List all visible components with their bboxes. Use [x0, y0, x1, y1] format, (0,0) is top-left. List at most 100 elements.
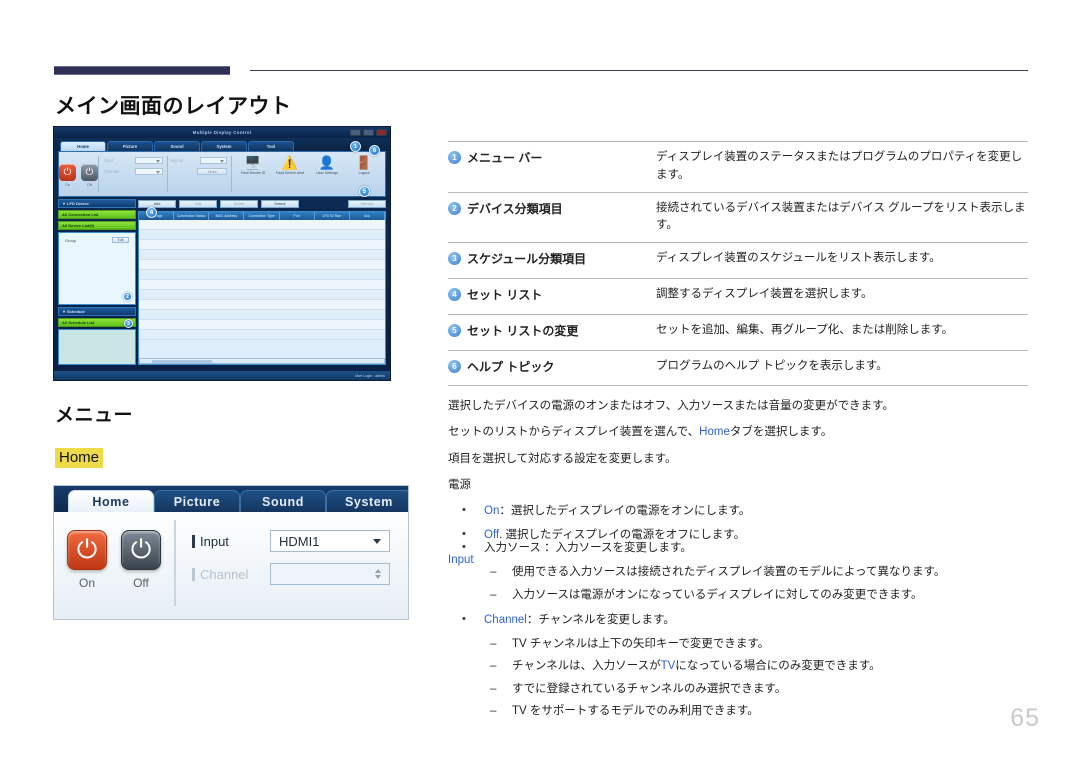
mdc-edit-button[interactable]: Edit: [179, 200, 217, 208]
mdc-sidebar: ▾ LFD Device All Connection List All Dev…: [58, 199, 136, 365]
table-row[interactable]: [139, 280, 385, 290]
table-row: 1 メニュー バー ディスプレイ装置のステータスまたはプログラムのプロパティを変…: [448, 141, 1028, 192]
mdc-channel-combo[interactable]: [134, 168, 163, 175]
table-row: 3 スケジュール分類項目 ディスプレイ装置のスケジュールをリスト表示します。: [448, 242, 1028, 278]
window-controls: [350, 129, 387, 136]
fault-device-alert-button[interactable]: ⚠️ Fault Device Alert: [273, 156, 307, 176]
list-item: すでに登録されているチャンネルのみ選択できます。: [448, 681, 1038, 699]
mdc-status-bar: User Login : admin: [54, 371, 390, 380]
legend-description: セットを追加、編集、再グループ化、または削除します。: [656, 324, 954, 337]
mdc-col-mac-address[interactable]: MAC Address: [209, 212, 245, 220]
legend-number-badge: 6: [448, 360, 461, 374]
legend-number-badge: 5: [448, 324, 461, 338]
mdc-tab-tool[interactable]: Tool: [248, 141, 294, 151]
home-input-select[interactable]: HDMI1: [270, 530, 390, 552]
spinner-icon[interactable]: [375, 569, 381, 579]
fault-device-id-button[interactable]: 🖥️ Fault Device ID: [236, 155, 270, 176]
mdc-tab-system[interactable]: System: [201, 141, 247, 151]
table-row[interactable]: [139, 240, 385, 250]
close-icon[interactable]: [376, 129, 387, 136]
table-row: 6 ヘルプ トピック プログラムのヘルプ トピックを表示します。: [448, 350, 1028, 387]
mdc-all-connection-list[interactable]: All Connection List: [58, 210, 136, 219]
table-row[interactable]: [139, 320, 385, 330]
mdc-device-panel-header[interactable]: ▾ LFD Device: [58, 199, 136, 208]
mdc-window-titlebar: Multiple Display Control: [54, 127, 390, 138]
mdc-volume-combo[interactable]: [200, 157, 228, 164]
mdc-col-port[interactable]: Port: [280, 212, 315, 220]
body-p2-home-link[interactable]: Home: [699, 426, 730, 438]
mdc-schedule-panel-header[interactable]: ▾ Schedule: [58, 307, 136, 316]
mdc-channel-row[interactable]: Channel: [104, 168, 163, 175]
legend-term: セット リスト: [467, 288, 543, 303]
mdc-main-screenshot: Multiple Display Control Home Picture So…: [53, 126, 391, 381]
tab-picture[interactable]: Picture: [154, 490, 240, 512]
mdc-status-text: User Login : admin: [354, 373, 385, 378]
mdc-set-list-grid[interactable]: Settings Connection Status MAC Address C…: [138, 211, 386, 365]
mdc-tab-sound[interactable]: Sound: [154, 141, 200, 151]
maximize-icon[interactable]: [363, 129, 374, 136]
mdc-device-tree[interactable]: Group Edit 2: [58, 232, 136, 305]
mdc-refresh-button[interactable]: Refresh: [348, 200, 386, 208]
home-power-on-group[interactable]: ⏻ On: [67, 530, 107, 619]
table-row[interactable]: [139, 300, 385, 310]
power-off-icon[interactable]: ⏻: [81, 163, 98, 181]
horizontal-scrollbar[interactable]: [139, 358, 385, 364]
list-item: 入力ソース ：入力ソースを変更します。: [448, 539, 1038, 557]
logout-button[interactable]: 🚪 Logout: [347, 156, 381, 176]
mdc-tab-picture[interactable]: Picture: [107, 141, 153, 151]
mdc-col-source[interactable]: Sou: [350, 212, 385, 220]
mdc-input-row[interactable]: Input: [104, 157, 163, 164]
mdc-input-fields: Input Channel: [99, 152, 167, 196]
list-item: 使用できる入力ソースは接続されたディスプレイ装置のモデルによって異なります。: [448, 564, 1038, 582]
mdc-delete-button[interactable]: Delete: [220, 200, 258, 208]
mdc-input-combo[interactable]: [134, 157, 163, 164]
mdc-detect-button[interactable]: Detect: [261, 200, 299, 208]
mdc-col-connection-type[interactable]: Connection Type: [244, 212, 280, 220]
table-row[interactable]: [139, 220, 385, 230]
table-row[interactable]: [139, 310, 385, 320]
mdc-menu-bar[interactable]: Home Picture Sound System Tool: [54, 138, 390, 151]
mdc-col-connection-status[interactable]: Connection Status: [174, 212, 210, 220]
legend-term-cell: 2 デバイス分類項目: [448, 200, 656, 218]
mdc-mute-button[interactable]: Mute: [197, 168, 228, 175]
table-row[interactable]: [139, 290, 385, 300]
legend-term: セット リストの変更: [467, 324, 579, 339]
tab-sound[interactable]: Sound: [240, 490, 326, 512]
user-settings-button[interactable]: 👤 User Settings: [310, 156, 344, 176]
mdc-power-group: ⏻ On ⏻ Off: [59, 152, 98, 196]
mdc-power-off-group[interactable]: ⏻ Off: [81, 163, 98, 187]
minimize-icon[interactable]: [350, 129, 361, 136]
mdc-grid-rows[interactable]: [139, 220, 385, 358]
chevron-down-icon-schedule: ▾: [63, 309, 66, 314]
table-row[interactable]: [139, 330, 385, 340]
mdc-all-device-list[interactable]: All Device List(0): [58, 221, 136, 230]
callout-badge-3: 3: [124, 319, 133, 328]
mdc-col-lfd-id-range[interactable]: LFD ID Ran: [315, 212, 350, 220]
power-on-icon[interactable]: ⏻: [59, 163, 76, 181]
mdc-tab-home[interactable]: Home: [60, 141, 106, 151]
mdc-group-row[interactable]: Group Edit: [62, 236, 132, 244]
table-row: 5 セット リストの変更 セットを追加、編集、再グループ化、または削除します。: [448, 314, 1028, 350]
mdc-add-button[interactable]: Add: [138, 200, 176, 208]
table-row[interactable]: [139, 270, 385, 280]
table-row[interactable]: [139, 230, 385, 240]
bullet-channel-label: Channel: [484, 613, 527, 626]
power-on-icon-large[interactable]: ⏻: [67, 530, 107, 570]
table-row[interactable]: [139, 260, 385, 270]
tab-home[interactable]: Home: [68, 490, 154, 512]
fault-device-id-icon: 🖥️: [244, 155, 262, 170]
tab-system[interactable]: System: [326, 490, 408, 512]
legend-table: 1 メニュー バー ディスプレイ装置のステータスまたはプログラムのプロパティを変…: [448, 141, 1028, 387]
legend-description: 接続されているデバイス装置またはデバイス グループをリスト表示します。: [656, 201, 1026, 232]
power-off-icon-large[interactable]: ⏻: [121, 530, 161, 570]
bullet-on-text: ：選択したディスプレイの電源をオンにします。: [499, 505, 751, 517]
mdc-all-schedule-list[interactable]: All Schedule List 3: [58, 318, 136, 328]
mdc-content: Add Edit Delete Detect Refresh Settings …: [138, 199, 386, 365]
mdc-body: ▾ LFD Device All Connection List All Dev…: [54, 197, 390, 365]
mdc-group-edit-button[interactable]: Edit: [112, 237, 129, 243]
home-power-off-group[interactable]: ⏻ Off: [121, 530, 161, 619]
mdc-power-on-group[interactable]: ⏻ On: [59, 163, 76, 187]
mdc-volume-row[interactable]: Volume: [169, 157, 228, 164]
home-channel-stepper[interactable]: [270, 563, 390, 585]
table-row[interactable]: [139, 250, 385, 260]
